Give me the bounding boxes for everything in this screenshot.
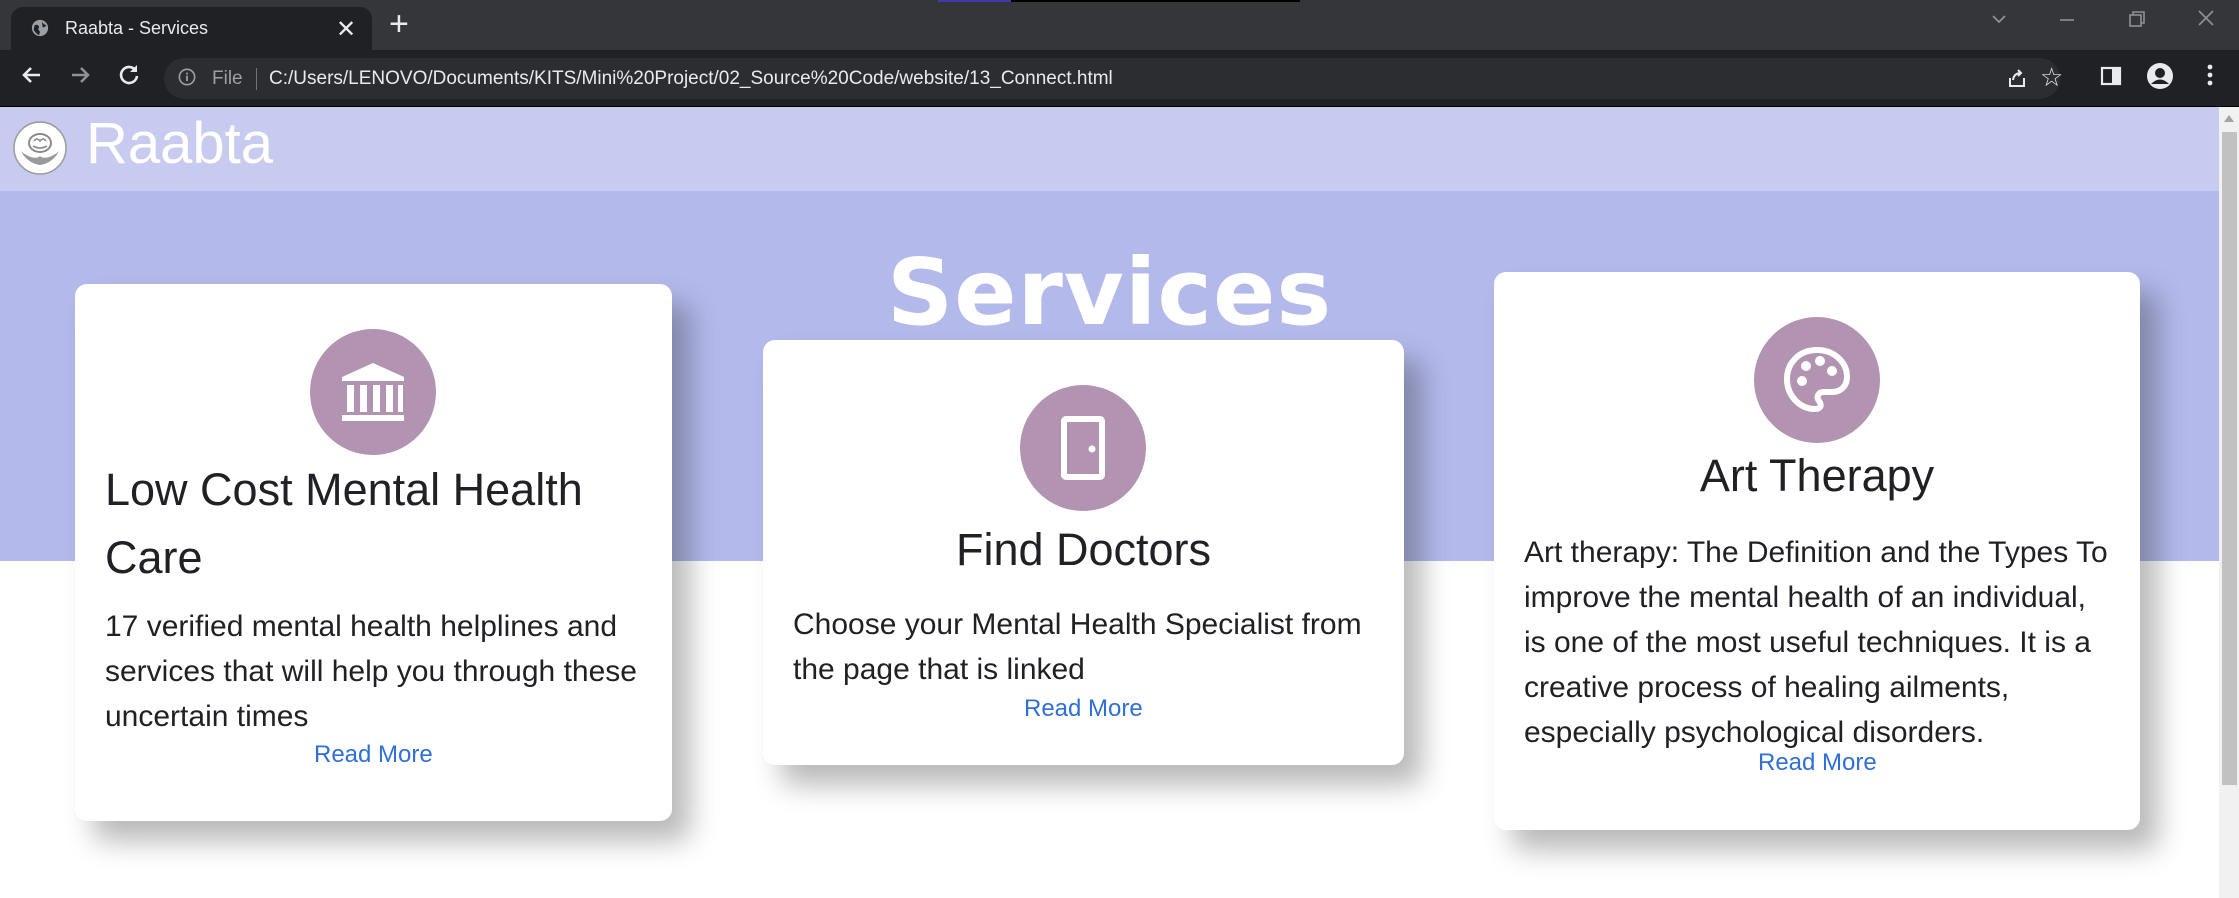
close-tab-icon[interactable]: ✕ <box>336 15 356 44</box>
scroll-up-icon[interactable] <box>2224 115 2234 122</box>
restore-icon[interactable] <box>2128 8 2146 34</box>
site-header: Raabta <box>0 107 2219 191</box>
card-title: Find Doctors <box>955 524 1212 575</box>
web-page: Raabta Services Low Cost Mental Health C… <box>0 107 2219 898</box>
minimize-icon[interactable] <box>2058 8 2076 34</box>
forward-icon[interactable] <box>64 62 96 94</box>
browser-toolbar: File C:/Users/LENOVO/Documents/KITS/Mini… <box>0 50 2239 106</box>
palette-icon <box>1783 346 1851 413</box>
info-icon[interactable] <box>178 68 196 86</box>
brand-name[interactable]: Raabta <box>86 110 273 177</box>
address-bar[interactable]: File C:/Users/LENOVO/Documents/KITS/Mini… <box>164 58 2063 99</box>
door-icon <box>1061 416 1105 480</box>
description-line: uncertain times <box>105 700 309 733</box>
description-line: the page that is linked <box>793 653 1085 686</box>
card-title: Art Therapy <box>1699 450 1935 501</box>
url-text[interactable]: C:/Users/LENOVO/Documents/KITS/Mini%20Pr… <box>269 68 1113 90</box>
globe-icon <box>31 19 49 37</box>
read-more-link[interactable]: Read More <box>1758 749 1877 777</box>
sidebar-icon[interactable] <box>2095 62 2127 94</box>
service-card-low-cost-care: Low Cost Mental Health Care 17 verified … <box>75 284 672 821</box>
icon-circle <box>1754 317 1880 443</box>
chevron-down-icon[interactable] <box>1990 8 2008 34</box>
card-title: Low Cost Mental Health Care <box>105 456 645 592</box>
share-icon[interactable] <box>2006 67 2028 89</box>
icon-circle <box>1020 385 1146 511</box>
new-tab-button[interactable]: + <box>389 5 409 44</box>
browser-tab[interactable]: Raabta - Services ✕ <box>11 7 372 50</box>
card-description: Choose your Mental Health Specialist fro… <box>793 602 1393 692</box>
icon-circle <box>310 329 436 455</box>
loading-indicator <box>938 0 1300 2</box>
card-title-line: Care <box>105 532 203 583</box>
description-line: especially psychological disorders. <box>1524 716 1985 749</box>
logo-icon[interactable] <box>13 121 67 175</box>
description-line: improve the mental health of an individu… <box>1524 581 2087 614</box>
description-line: Art therapy: The Definition and the Type… <box>1524 536 2108 569</box>
card-description: 17 verified mental health helplines and … <box>105 604 665 739</box>
description-line: Choose your Mental Health Specialist fro… <box>793 608 1362 641</box>
service-card-find-doctors: Find Doctors Choose your Mental Health S… <box>763 340 1404 765</box>
description-line: creative process of healing ailments, <box>1524 671 2010 704</box>
menu-icon[interactable] <box>2194 62 2226 94</box>
star-icon[interactable]: ☆ <box>2040 62 2063 93</box>
service-card-art-therapy: Art Therapy Art therapy: The Definition … <box>1494 272 2140 830</box>
profile-icon[interactable] <box>2144 62 2176 94</box>
description-line: services that will help you through thes… <box>105 655 637 688</box>
divider <box>256 68 257 90</box>
tab-title: Raabta - Services <box>65 18 209 38</box>
bank-icon <box>342 363 404 421</box>
scrollbar-thumb[interactable] <box>2222 132 2237 785</box>
page-scrollbar[interactable] <box>2219 107 2239 898</box>
scheme-label: File <box>212 68 243 89</box>
read-more-link[interactable]: Read More <box>1024 695 1143 723</box>
read-more-link[interactable]: Read More <box>314 741 433 769</box>
card-title-line: Low Cost Mental Health <box>105 464 583 515</box>
close-window-icon[interactable] <box>2196 8 2216 34</box>
description-line: 17 verified mental health helplines and <box>105 610 618 643</box>
card-description: Art therapy: The Definition and the Type… <box>1524 530 2134 755</box>
description-line: is one of the most useful techniques. It… <box>1524 626 2091 659</box>
back-icon[interactable] <box>16 62 48 94</box>
reload-icon[interactable] <box>113 62 145 94</box>
browser-tab-strip: Raabta - Services ✕ + <box>0 0 2239 50</box>
